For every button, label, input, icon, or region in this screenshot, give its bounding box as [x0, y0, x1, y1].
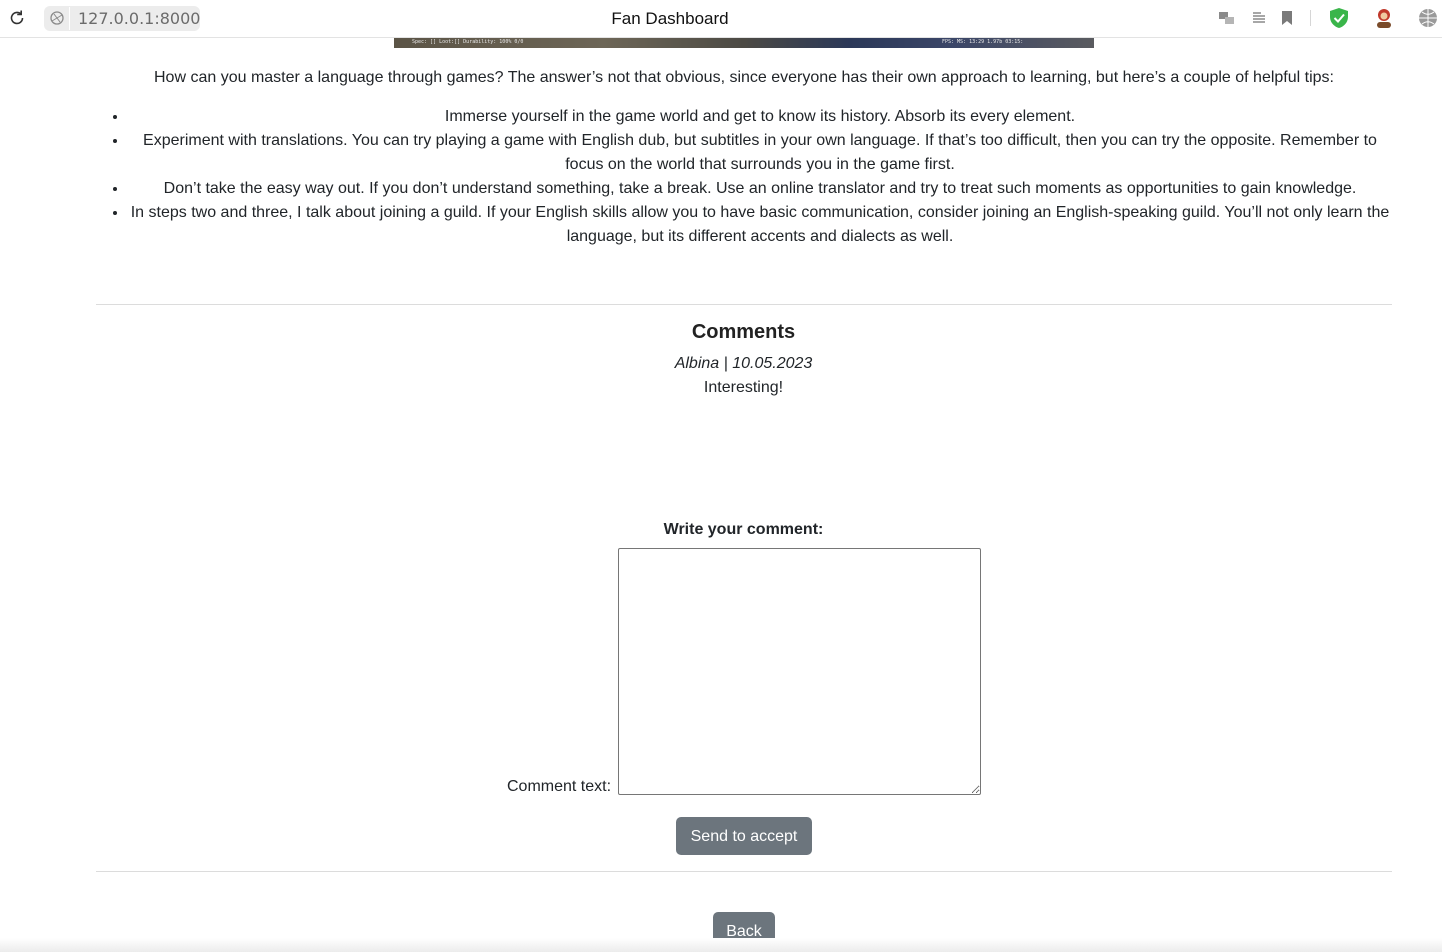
- image-hud-right: FPS: MS: 13:29 1.97b 03:15:: [942, 39, 1024, 45]
- comment-text-label: Comment text:: [507, 778, 612, 795]
- article-image-hud: Spec: [] Loot:[] Durability: 100% 0/0 FP…: [394, 38, 1094, 48]
- toolbar-separator: [1310, 10, 1311, 26]
- shield-icon[interactable]: [1328, 7, 1350, 29]
- comments-heading: Comments: [691, 321, 796, 343]
- avatar-icon[interactable]: [1373, 7, 1395, 29]
- tab-title: Fan Dashboard: [611, 9, 729, 28]
- list-item: Don’t take the easy way out. If you don’…: [128, 177, 1392, 201]
- bookmark-icon[interactable]: [1278, 9, 1296, 27]
- list-item: In steps two and three, I talk about joi…: [128, 201, 1392, 249]
- translate-icon[interactable]: [1218, 9, 1236, 27]
- divider: [96, 871, 1392, 872]
- send-to-accept-button[interactable]: Send to accept: [676, 817, 812, 855]
- article-intro: How can you master a language through ga…: [154, 69, 1334, 86]
- browser-toolbar: 127.0.0.1:8000 Fan Dashboard: [0, 0, 1442, 38]
- comment-form-heading: Write your comment:: [663, 521, 824, 538]
- globe-icon[interactable]: [1417, 7, 1439, 29]
- tips-list: Immerse yourself in the game world and g…: [96, 105, 1392, 249]
- list-item: Experiment with translations. You can tr…: [128, 129, 1392, 177]
- reader-icon[interactable]: [1250, 9, 1268, 27]
- list-item: Immerse yourself in the game world and g…: [128, 105, 1392, 129]
- comment-textarea[interactable]: [618, 548, 981, 795]
- image-hud-left: Spec: [] Loot:[] Durability: 100% 0/0: [412, 39, 524, 45]
- comment-text: Interesting!: [703, 379, 784, 396]
- page-bottom-shade: [0, 938, 1442, 952]
- comment-author-date: Albina | 10.05.2023: [674, 355, 813, 372]
- divider: [96, 304, 1392, 305]
